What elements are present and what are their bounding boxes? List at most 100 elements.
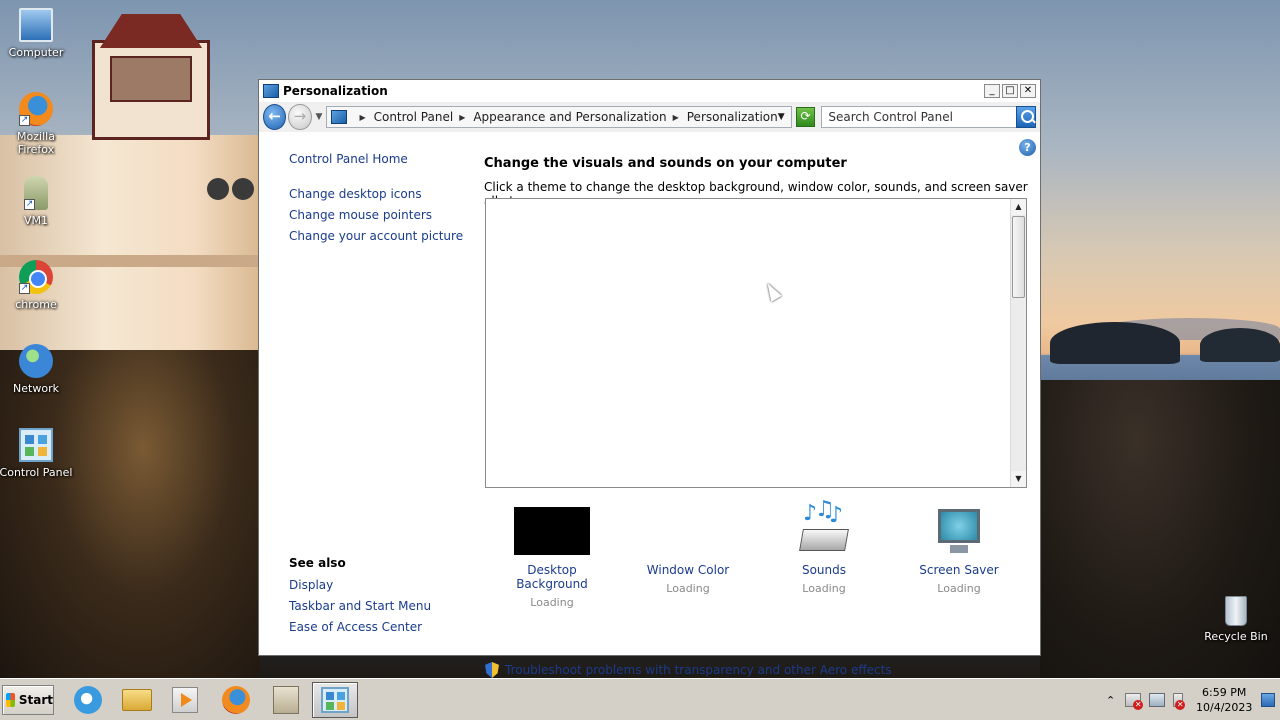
address-bar: ← → ▼ ▶ Control Panel ▶ Appearance and P… bbox=[259, 102, 1040, 132]
shield-icon bbox=[485, 662, 499, 678]
user-folder-icon: ↗ bbox=[24, 176, 48, 210]
search-input[interactable]: Search Control Panel bbox=[821, 106, 1018, 128]
chrome-icon: ↗ bbox=[19, 260, 53, 294]
control-panel-icon bbox=[331, 110, 348, 124]
back-button[interactable]: ← bbox=[263, 104, 287, 130]
breadcrumb-control-panel[interactable]: Control Panel bbox=[374, 110, 454, 124]
troubleshoot-aero-link[interactable]: Troubleshoot problems with transparency … bbox=[485, 662, 892, 678]
control-panel-icon bbox=[321, 687, 349, 713]
scroll-down-icon[interactable]: ▼ bbox=[1011, 471, 1026, 487]
taskbar-control-panel[interactable] bbox=[312, 682, 358, 718]
start-label: Start bbox=[18, 693, 53, 707]
window-color-icon bbox=[650, 507, 726, 555]
desktop-icon-label: chrome bbox=[15, 298, 57, 311]
shortcut-arrow-icon: ↗ bbox=[19, 115, 30, 126]
setting-status: Loading bbox=[937, 582, 981, 595]
desktop-icon-chrome[interactable]: ↗ chrome bbox=[0, 260, 74, 311]
sounds-setting[interactable]: ♪ ♫ ♪ Sounds Loading bbox=[764, 499, 884, 595]
screen-saver-setting[interactable]: Screen Saver Loading bbox=[899, 507, 1019, 595]
setting-status: Loading bbox=[666, 582, 710, 595]
desktop-background-setting[interactable]: Desktop Background Loading bbox=[492, 507, 612, 609]
taskbar-archive[interactable] bbox=[263, 682, 309, 718]
show-hidden-icons-icon[interactable]: ⌃ bbox=[1106, 694, 1115, 707]
wallpaper-lighthouse-lamp bbox=[110, 56, 192, 102]
desktop-icon-control-panel[interactable]: Control Panel bbox=[0, 428, 74, 479]
breadcrumb-separator-icon[interactable]: ▶ bbox=[673, 113, 679, 122]
help-icon[interactable]: ? bbox=[1019, 139, 1036, 156]
wallpaper-rocks bbox=[0, 350, 260, 678]
desktop-icon-label: VM1 bbox=[23, 214, 48, 227]
network-icon bbox=[19, 344, 53, 378]
media-player-icon bbox=[172, 687, 198, 713]
desktop-icon-label: Recycle Bin bbox=[1204, 630, 1268, 643]
see-also-heading: See also bbox=[289, 556, 346, 570]
scrollbar-thumb[interactable] bbox=[1012, 216, 1025, 298]
network-icon[interactable] bbox=[1149, 693, 1166, 707]
page-title: Change the visuals and sounds on your co… bbox=[484, 156, 847, 171]
close-button[interactable]: ✕ bbox=[1020, 84, 1036, 98]
personalization-window: Personalization _ □ ✕ ← → ▼ ▶ Control Pa… bbox=[258, 79, 1041, 678]
display-link[interactable]: Display bbox=[289, 578, 333, 592]
troubleshoot-link-text[interactable]: Troubleshoot problems with transparency … bbox=[505, 663, 892, 677]
breadcrumb-appearance[interactable]: Appearance and Personalization bbox=[473, 110, 666, 124]
clock[interactable]: 6:59 PM 10/4/2023 bbox=[1193, 685, 1255, 715]
action-center-icon[interactable] bbox=[1125, 693, 1144, 710]
desktop-icon-firefox[interactable]: ↗ Mozilla Firefox bbox=[0, 92, 74, 156]
wallpaper-island bbox=[1200, 328, 1280, 362]
content-area: Control Panel Home Change desktop icons … bbox=[259, 132, 1040, 678]
maximize-button[interactable]: □ bbox=[1002, 84, 1018, 98]
wallpaper-island bbox=[1050, 322, 1180, 364]
archive-icon bbox=[273, 686, 299, 714]
refresh-button[interactable]: ⟳ bbox=[795, 107, 816, 127]
windows-logo-icon bbox=[6, 693, 15, 707]
taskbar: Start ⌃ 6:59 PM 10/4/2023 bbox=[0, 678, 1280, 720]
change-account-picture-link[interactable]: Change your account picture bbox=[289, 229, 463, 243]
change-mouse-pointers-link[interactable]: Change mouse pointers bbox=[289, 208, 432, 222]
breadcrumb-separator-icon[interactable]: ▶ bbox=[359, 113, 365, 122]
taskbar-start-menu-link[interactable]: Taskbar and Start Menu bbox=[289, 599, 431, 613]
desktop-icon-recycle-bin[interactable]: Recycle Bin bbox=[1198, 596, 1274, 643]
minimize-button[interactable]: _ bbox=[984, 84, 1000, 98]
change-desktop-icons-link[interactable]: Change desktop icons bbox=[289, 187, 422, 201]
desktop-icon-computer[interactable]: Computer bbox=[0, 8, 74, 59]
firefox-icon: ↗ bbox=[19, 92, 53, 126]
theme-list[interactable]: ▲ ▼ bbox=[485, 198, 1027, 488]
scroll-up-icon[interactable]: ▲ bbox=[1011, 199, 1026, 215]
taskbar-file-explorer[interactable] bbox=[114, 682, 160, 718]
breadcrumb-personalization[interactable]: Personalization bbox=[687, 110, 778, 124]
control-panel-icon bbox=[263, 84, 279, 98]
breadcrumb[interactable]: ▶ Control Panel ▶ Appearance and Persona… bbox=[326, 106, 792, 128]
ease-of-access-link[interactable]: Ease of Access Center bbox=[289, 620, 422, 634]
show-desktop-icon[interactable] bbox=[1261, 693, 1276, 707]
search-icon[interactable] bbox=[1016, 106, 1036, 128]
address-dropdown-icon[interactable]: ▼ bbox=[778, 112, 785, 122]
window-color-setting[interactable]: Window Color Loading bbox=[628, 507, 748, 595]
window-titlebar[interactable]: Personalization _ □ ✕ bbox=[259, 80, 1040, 102]
computer-icon bbox=[19, 8, 53, 42]
setting-label[interactable]: Desktop Background bbox=[492, 563, 612, 591]
desktop-icon-label: Network bbox=[13, 382, 59, 395]
volume-muted-icon[interactable] bbox=[1173, 693, 1186, 710]
setting-label[interactable]: Sounds bbox=[764, 563, 884, 577]
theme-list-scrollbar[interactable]: ▲ ▼ bbox=[1010, 199, 1026, 487]
taskbar-firefox[interactable] bbox=[213, 682, 259, 718]
control-panel-home-link[interactable]: Control Panel Home bbox=[289, 152, 408, 166]
desktop-icon-network[interactable]: Network bbox=[0, 344, 74, 395]
shortcut-arrow-icon: ↗ bbox=[19, 283, 30, 294]
setting-label[interactable]: Window Color bbox=[628, 563, 748, 577]
desktop-background-icon bbox=[514, 507, 590, 555]
recent-pages-dropdown[interactable]: ▼ bbox=[316, 112, 323, 122]
taskbar-internet-explorer[interactable] bbox=[65, 682, 111, 718]
wallpaper-porthole bbox=[232, 178, 254, 200]
setting-status: Loading bbox=[530, 596, 574, 609]
window-title: Personalization bbox=[283, 84, 388, 98]
setting-status: Loading bbox=[802, 582, 846, 595]
taskbar-media-player[interactable] bbox=[162, 682, 208, 718]
desktop-icon-vm1[interactable]: ↗ VM1 bbox=[0, 176, 74, 227]
folder-icon bbox=[122, 689, 152, 711]
start-button[interactable]: Start bbox=[2, 685, 54, 715]
setting-label[interactable]: Screen Saver bbox=[899, 563, 1019, 577]
breadcrumb-separator-icon[interactable]: ▶ bbox=[459, 113, 465, 122]
forward-button[interactable]: → bbox=[288, 104, 312, 130]
desktop-icon-label: Mozilla Firefox bbox=[17, 130, 55, 156]
